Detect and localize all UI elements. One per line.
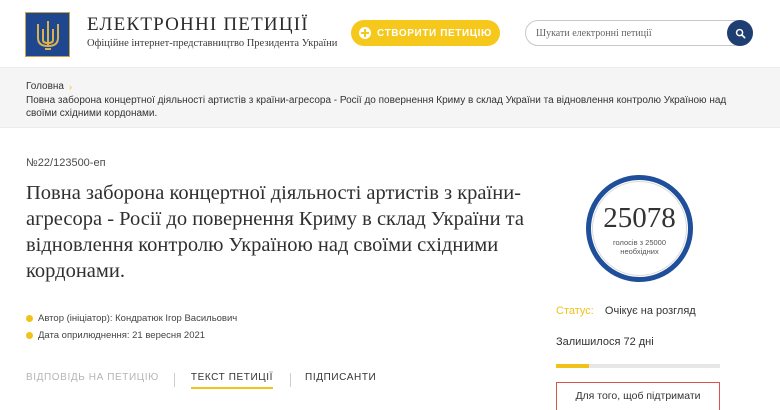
breadcrumb-home-label: Головна [26,81,64,92]
search-icon [735,28,745,38]
petition-date-text: Дата оприлюднення: 21 вересня 2021 [38,330,206,341]
petition-status: Статус: Очікує на розгляд [556,305,696,317]
plus-icon [359,27,372,39]
tab-text[interactable]: ТЕКСТ ПЕТИЦІЇ [190,372,274,392]
support-petition-button[interactable]: Для того, щоб підтримати [556,382,720,410]
tab-signers[interactable]: ПІДПИСАНТИ [305,372,376,392]
petition-number: №22/123500-еп [26,157,106,169]
days-remaining: Залишилося 72 дні [556,336,654,348]
petition-tabs: ВІДПОВІДЬ НА ПЕТИЦІЮ ТЕКСТ ПЕТИЦІЇ ПІДПИ… [26,372,376,392]
breadcrumb-current: Повна заборона концертної діяльності арт… [26,95,727,119]
trident-icon [36,20,59,50]
bullet-icon [26,315,33,322]
bullet-icon [26,332,33,339]
progress-bar [556,364,720,368]
create-petition-label: СТВОРИТИ ПЕТИЦІЮ [377,27,492,39]
breadcrumb: Головна › Повна заборона концертної діял… [0,68,780,128]
petition-date: Дата оприлюднення: 21 вересня 2021 [26,330,205,341]
tab-divider [174,373,175,387]
trident-logo-icon[interactable] [25,12,70,57]
tab-divider [290,373,291,387]
tab-answer[interactable]: ВІДПОВІДЬ НА ПЕТИЦІЮ [26,372,159,392]
site-subtitle: Офіційне інтернет-представництво Президе… [87,38,338,49]
site-header: ЕЛЕКТРОННІ ПЕТИЦІЇ Офіційне інтернет-пре… [0,0,780,68]
search-input[interactable] [536,25,726,42]
petition-author: Автор (ініціатор): Кондратюк Ігор Василь… [26,313,237,324]
status-label: Статус: [556,305,594,317]
status-value: Очікує на розгляд [604,305,696,317]
petition-title: Повна заборона концертної діяльності арт… [26,182,524,282]
arrow-right-icon: › [69,81,72,92]
votes-counter: 25078 голосів з 25000 необхідних [586,175,693,282]
votes-note: голосів з 25000 необхідних [612,238,667,256]
votes-count: 25078 [603,202,676,234]
search-button[interactable] [727,20,753,46]
create-petition-button[interactable]: СТВОРИТИ ПЕТИЦІЮ [351,20,500,46]
site-title[interactable]: ЕЛЕКТРОННІ ПЕТИЦІЇ [87,14,309,36]
search-box [525,20,753,46]
progress-fill [556,364,589,368]
breadcrumb-home[interactable]: Головна › [26,81,72,92]
petition-author-text: Автор (ініціатор): Кондратюк Ігор Василь… [38,313,238,324]
